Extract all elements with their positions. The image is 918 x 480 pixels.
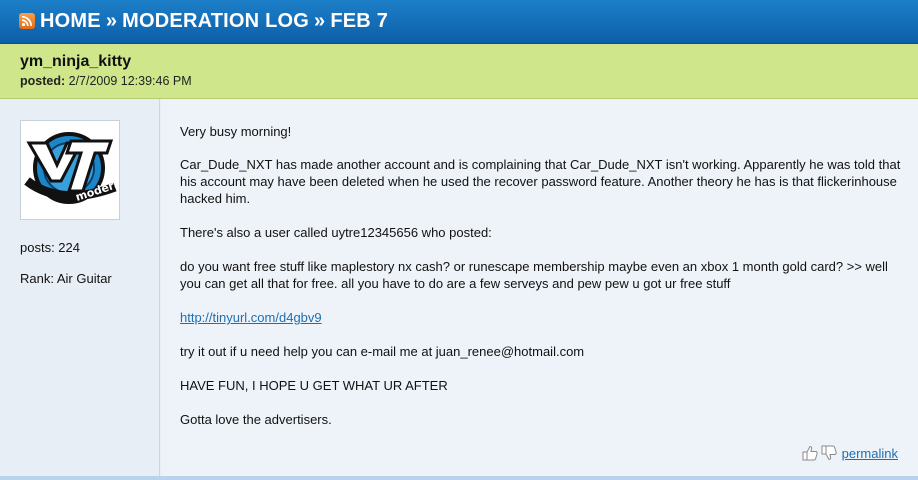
post-header: ym_ninja_kitty posted: 2/7/2009 12:39:46…: [0, 44, 918, 99]
message-paragraph: HAVE FUN, I HOPE U GET WHAT UR AFTER: [180, 378, 448, 393]
post-author-username[interactable]: ym_ninja_kitty: [20, 53, 918, 71]
posted-value: 2/7/2009 12:39:46 PM: [68, 74, 192, 88]
avatar[interactable]: moderator: [20, 120, 141, 220]
post-actions: permalink: [802, 445, 898, 461]
tinyurl-link[interactable]: http://tinyurl.com/d4gbv9: [180, 310, 322, 325]
permalink-link[interactable]: permalink: [842, 446, 898, 461]
message-paragraph: Very busy morning!: [180, 124, 292, 139]
thumbs-down-icon[interactable]: [821, 445, 837, 461]
thumbs-up-icon[interactable]: [802, 445, 818, 461]
avatar-logo-icon: moderator: [24, 132, 141, 204]
breadcrumb-separator: »: [314, 10, 326, 32]
rss-feed-icon[interactable]: [19, 12, 35, 29]
author-rank: Rank: Air Guitar: [20, 271, 112, 286]
posted-label: posted:: [20, 74, 66, 88]
message-paragraph: do you want free stuff like maplestory n…: [180, 259, 888, 291]
message-link-paragraph: http://tinyurl.com/d4gbv9: [180, 309, 905, 326]
top-breadcrumb-bar: HOME» MODERATION LOG» FEB 7: [0, 0, 918, 44]
breadcrumb-separator: »: [105, 10, 118, 32]
author-sidebar: moderator posts: 224 Rank: Air Guitar: [0, 99, 160, 480]
breadcrumb-current-page: FEB 7: [330, 10, 389, 32]
message-paragraph: Car_Dude_NXT has made another account an…: [180, 157, 901, 206]
breadcrumb: HOME» MODERATION LOG» FEB 7: [40, 10, 388, 33]
author-post-count: posts: 224: [20, 240, 80, 255]
breadcrumb-moderation-log-link[interactable]: MODERATION LOG: [122, 10, 309, 32]
message-paragraph: Gotta love the advertisers.: [180, 412, 332, 427]
post-body: Very busy morning! Car_Dude_NXT has made…: [161, 99, 918, 480]
breadcrumb-home-link[interactable]: HOME: [40, 10, 101, 32]
post-timestamp: posted: 2/7/2009 12:39:46 PM: [20, 74, 918, 88]
next-post-divider: [0, 476, 918, 480]
message-paragraph: try it out if u need help you can e-mail…: [180, 344, 585, 359]
message-paragraph: There's also a user called uytre12345656…: [180, 225, 492, 240]
